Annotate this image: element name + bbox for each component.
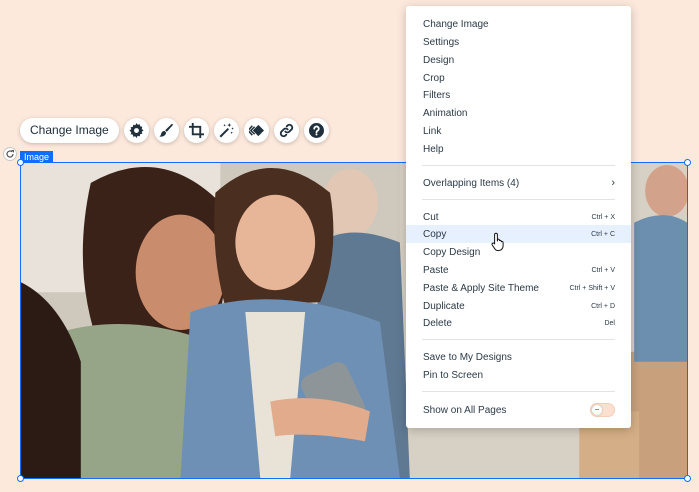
menu-item-label: Design [423, 54, 455, 66]
menu-item-shortcut: Ctrl + V [591, 266, 615, 274]
menu-item-duplicate[interactable]: Duplicate Ctrl + D [406, 297, 631, 315]
menu-item-crop[interactable]: Crop [406, 69, 631, 87]
menu-item-label: Paste [423, 264, 449, 276]
menu-item-settings[interactable]: Settings [406, 33, 631, 51]
image-toolbar: Change Image [20, 117, 329, 143]
menu-item-shortcut: Ctrl + D [591, 302, 615, 310]
menu-item-label: Animation [423, 107, 468, 119]
menu-item-label: Show on All Pages [423, 404, 507, 416]
menu-item-label: Help [423, 143, 444, 155]
menu-item-label: Filters [423, 89, 451, 101]
menu-item-filters[interactable]: Filters [406, 86, 631, 104]
settings-button[interactable] [123, 117, 149, 143]
menu-divider [422, 391, 615, 392]
menu-item-delete[interactable]: Delete Del [406, 314, 631, 332]
menu-item-label: Overlapping Items (4) [423, 177, 520, 189]
menu-item-save-to-my-designs[interactable]: Save to My Designs [406, 348, 631, 366]
menu-item-paste-apply-site-theme[interactable]: Paste & Apply Site Theme Ctrl + Shift + V [406, 279, 631, 297]
hand-pointer-icon [491, 232, 504, 252]
change-image-button[interactable]: Change Image [20, 117, 119, 143]
menu-item-copy-design[interactable]: Copy Design [406, 243, 631, 261]
menu-item-overlapping-items[interactable]: Overlapping Items (4) › [406, 174, 631, 192]
menu-item-shortcut: Del [604, 319, 615, 327]
rotate-handle[interactable] [3, 147, 17, 161]
menu-item-label: Link [423, 125, 442, 137]
context-menu: Change Image Settings Design Crop Filter… [406, 6, 631, 428]
menu-item-show-on-all-pages[interactable]: Show on All Pages [406, 401, 631, 419]
menu-item-label: Delete [423, 317, 452, 329]
resize-handle-top-left[interactable] [17, 159, 24, 166]
menu-item-label: Copy Design [423, 246, 481, 258]
menu-item-animation[interactable]: Animation [406, 104, 631, 122]
menu-divider [422, 165, 615, 166]
resize-handle-bottom-right[interactable] [684, 475, 691, 482]
crop-button[interactable] [183, 117, 209, 143]
magic-wand-icon [219, 122, 234, 137]
menu-item-paste[interactable]: Paste Ctrl + V [406, 261, 631, 279]
gear-icon [129, 122, 144, 138]
show-on-all-pages-toggle[interactable] [590, 403, 615, 417]
animation-button[interactable] [243, 117, 269, 143]
menu-divider [422, 199, 615, 200]
menu-divider [422, 339, 615, 340]
resize-handle-top-right[interactable] [684, 159, 691, 166]
menu-item-label: Paste & Apply Site Theme [423, 282, 539, 294]
menu-item-label: Copy [423, 228, 447, 240]
design-button[interactable] [153, 117, 179, 143]
filters-button[interactable] [213, 117, 239, 143]
menu-item-link[interactable]: Link [406, 122, 631, 140]
crop-icon [188, 122, 204, 138]
menu-item-change-image[interactable]: Change Image [406, 15, 631, 33]
menu-item-cut[interactable]: Cut Ctrl + X [406, 208, 631, 226]
help-button[interactable] [303, 117, 329, 143]
menu-item-label: Pin to Screen [423, 369, 484, 381]
menu-item-design[interactable]: Design [406, 51, 631, 69]
help-icon [308, 122, 324, 138]
menu-item-label: Crop [423, 72, 445, 84]
menu-item-label: Save to My Designs [423, 351, 512, 363]
menu-item-copy[interactable]: Copy Ctrl + C [406, 225, 631, 243]
brush-icon [159, 123, 173, 137]
menu-item-shortcut: Ctrl + X [591, 213, 615, 221]
menu-item-label: Settings [423, 36, 460, 48]
resize-handle-bottom-left[interactable] [17, 475, 24, 482]
menu-item-label: Duplicate [423, 300, 465, 312]
menu-item-shortcut: Ctrl + Shift + V [569, 284, 615, 292]
menu-item-pin-to-screen[interactable]: Pin to Screen [406, 366, 631, 384]
rotate-icon [6, 150, 14, 158]
menu-item-label: Change Image [423, 18, 489, 30]
menu-item-help[interactable]: Help [406, 140, 631, 158]
link-icon [279, 123, 293, 137]
chevron-right-icon: › [611, 177, 615, 189]
toggle-knob [592, 405, 602, 415]
animation-icon [248, 124, 264, 136]
link-button[interactable] [273, 117, 299, 143]
menu-item-shortcut: Ctrl + C [591, 230, 615, 238]
menu-item-label: Cut [423, 211, 439, 223]
